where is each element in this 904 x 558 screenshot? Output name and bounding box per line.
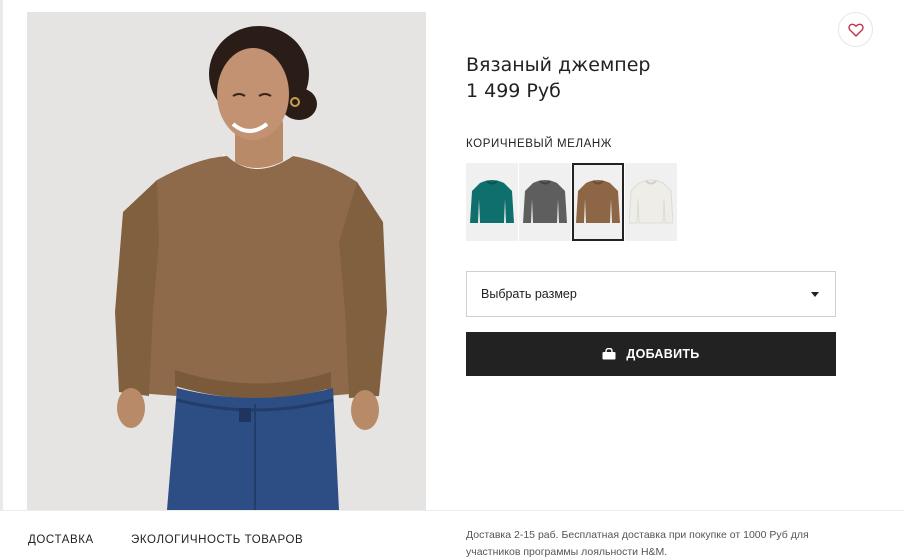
- swatch-teal[interactable]: [466, 163, 518, 241]
- caret-down-icon: [811, 291, 819, 297]
- brown-sweater-thumbnail: [576, 180, 620, 223]
- previous-image-edge[interactable]: [0, 0, 3, 510]
- swatch-brown[interactable]: [572, 163, 624, 241]
- color-swatches: [466, 163, 678, 241]
- add-to-bag-button[interactable]: ДОБАВИТЬ: [466, 332, 836, 376]
- delivery-note: Доставка 2-15 раб. Бесплатная доставка п…: [466, 529, 809, 558]
- product-title: Вязаный джемпер: [466, 54, 651, 76]
- info-bar: ДОСТАВКА ЭКОЛОГИЧНОСТЬ ТОВАРОВ Доставка …: [0, 510, 904, 558]
- size-select-label: Выбрать размер: [481, 287, 577, 301]
- shopping-bag-icon: [602, 348, 616, 360]
- white-sweater-thumbnail: [629, 179, 673, 224]
- favorite-button[interactable]: [838, 12, 873, 47]
- product-photo[interactable]: [27, 12, 426, 510]
- product-price: 1 499 Руб: [466, 80, 561, 102]
- tab-delivery[interactable]: ДОСТАВКА: [28, 534, 94, 546]
- grey-sweater-thumbnail: [523, 180, 567, 223]
- swatch-white[interactable]: [625, 163, 677, 241]
- selected-color-label: КОРИЧНЕВЫЙ МЕЛАНЖ: [466, 138, 612, 150]
- size-select[interactable]: Выбрать размер: [466, 271, 836, 317]
- tab-eco[interactable]: ЭКОЛОГИЧНОСТЬ ТОВАРОВ: [131, 534, 303, 546]
- product-page: Вязаный джемпер 1 499 Руб КОРИЧНЕВЫЙ МЕЛ…: [0, 0, 904, 558]
- swatch-grey[interactable]: [519, 163, 571, 241]
- model-illustration: [27, 12, 426, 510]
- add-to-bag-label: ДОБАВИТЬ: [626, 347, 700, 361]
- heart-icon: [847, 23, 864, 37]
- teal-sweater-thumbnail: [470, 180, 514, 223]
